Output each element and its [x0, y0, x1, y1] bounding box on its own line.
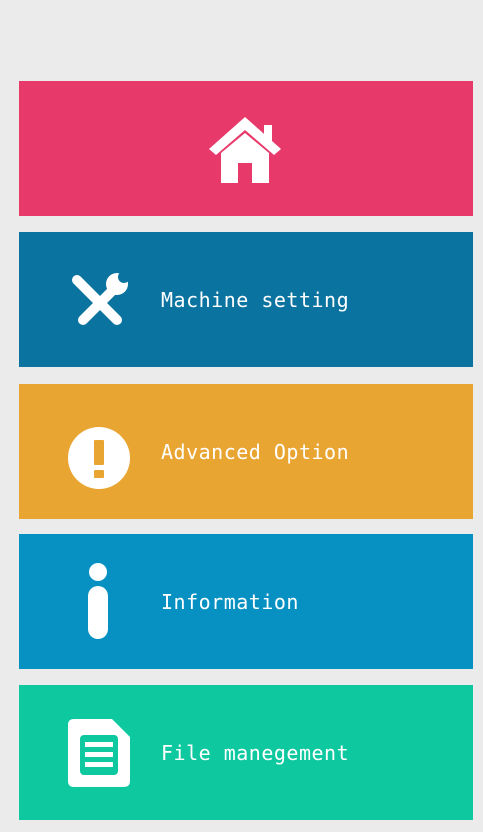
advanced-option-tile[interactable]: Advanced Option — [19, 384, 473, 519]
wrench-screwdriver-icon — [72, 271, 130, 325]
exclamation-dot — [94, 470, 104, 478]
exclamation-bar — [94, 440, 104, 465]
exclamation-circle-icon — [68, 427, 130, 489]
information-tile[interactable]: Information — [19, 534, 473, 669]
home-icon — [209, 117, 281, 183]
file-management-tile[interactable]: File manegement — [19, 685, 473, 820]
information-label: Information — [161, 589, 299, 614]
info-icon — [88, 563, 108, 639]
advanced-option-label: Advanced Option — [161, 439, 350, 464]
machine-setting-label: Machine setting — [161, 287, 350, 312]
home-tile[interactable] — [19, 81, 473, 216]
file-management-label: File manegement — [161, 740, 350, 765]
wrench-notch — [118, 271, 130, 283]
document-list-icon — [68, 719, 130, 787]
machine-setting-tile[interactable]: Machine setting — [19, 232, 473, 367]
